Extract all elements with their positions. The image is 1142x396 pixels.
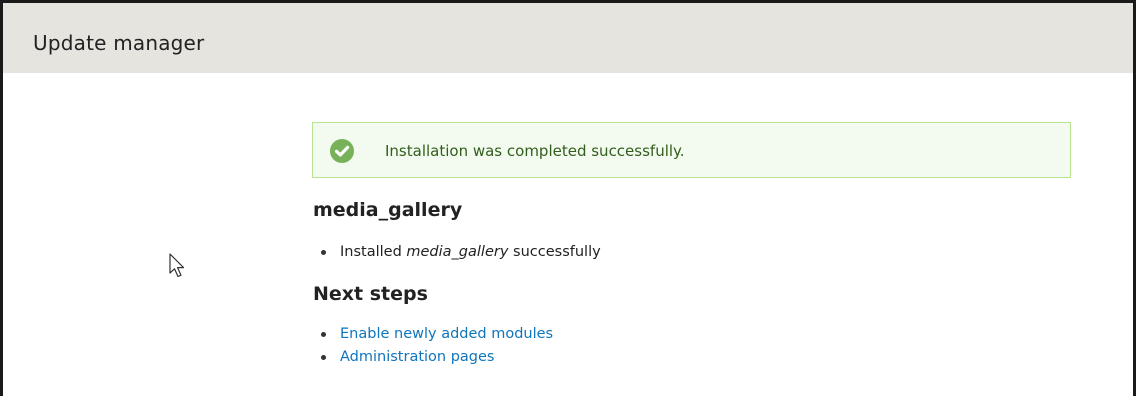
bullet-icon xyxy=(321,250,326,255)
status-message: Installation was completed successfully. xyxy=(312,122,1071,178)
next-steps-list: Enable newly added modules Administratio… xyxy=(321,323,553,369)
check-circle-icon xyxy=(330,139,354,163)
window-frame: Update manager Installation was complete… xyxy=(0,0,1136,396)
page-header: Update manager xyxy=(3,3,1133,73)
install-result-list: Installed media_gallery successfully xyxy=(321,241,601,264)
list-item: Enable newly added modules xyxy=(321,323,553,346)
module-heading: media_gallery xyxy=(313,199,463,221)
next-steps-heading: Next steps xyxy=(313,283,428,305)
administration-pages-link[interactable]: Administration pages xyxy=(340,349,494,365)
status-message-text: Installation was completed successfully. xyxy=(385,142,685,160)
bullet-icon xyxy=(321,332,326,337)
bullet-icon xyxy=(321,355,326,360)
list-item: Installed media_gallery successfully xyxy=(321,241,601,264)
result-suffix: successfully xyxy=(513,244,601,260)
page-title: Update manager xyxy=(33,31,205,55)
result-prefix: Installed xyxy=(340,244,402,260)
list-item: Administration pages xyxy=(321,346,553,369)
result-module-name: media_gallery xyxy=(406,244,509,260)
enable-modules-link[interactable]: Enable newly added modules xyxy=(340,326,553,342)
mouse-pointer-icon xyxy=(169,253,185,278)
